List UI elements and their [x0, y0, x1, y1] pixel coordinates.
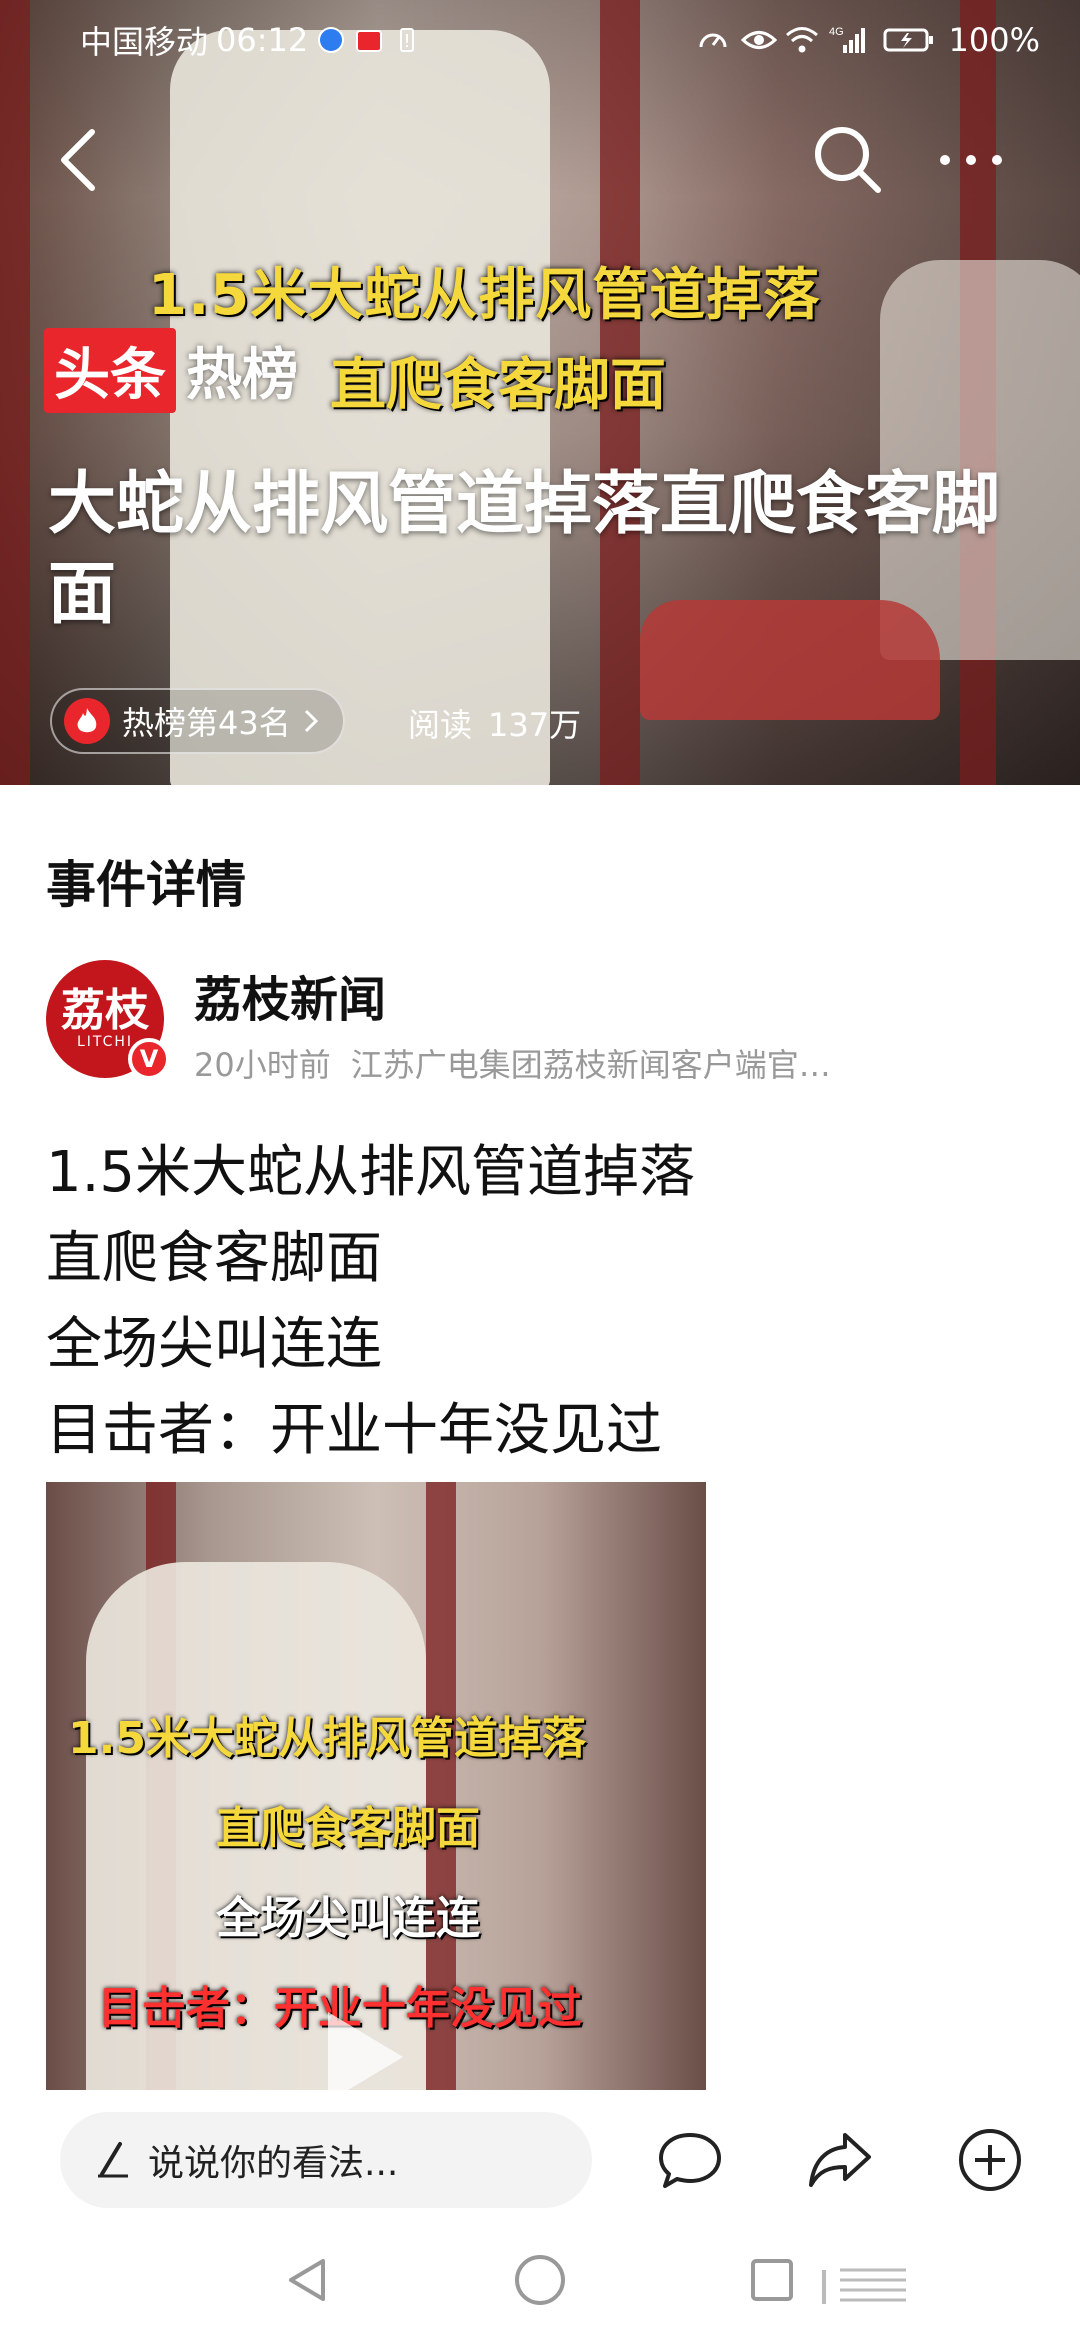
comment-input[interactable]: 说说你的看法...	[60, 2112, 592, 2208]
signal-icon: 4G	[829, 25, 869, 55]
avatar-text: 荔枝	[61, 985, 149, 1036]
clock: 06:12	[216, 21, 309, 59]
wifi-icon	[785, 25, 818, 55]
menu-lines-icon	[822, 2268, 906, 2304]
article-line: 全场尖叫连连	[46, 1312, 382, 1377]
video-caption: 1.5米大蛇从排风管道掉落	[68, 1713, 586, 1764]
author-meta: 20小时前 江苏广电集团荔枝新闻客户端官…	[194, 1040, 831, 1086]
verified-badge: V	[128, 1038, 170, 1080]
chevron-left-icon	[61, 129, 95, 191]
topic-title: 大蛇从排风管道掉落直爬食客脚面	[48, 465, 1001, 634]
nav-recents-button[interactable]	[742, 2250, 802, 2310]
hero-video-caption: 1.5米大蛇从排风管道掉落	[148, 263, 821, 328]
article-line: 直爬食客脚面	[46, 1226, 382, 1291]
nav-menu-button[interactable]	[820, 2255, 910, 2315]
more-dot-icon	[966, 155, 976, 165]
article-line: 1.5米大蛇从排风管道掉落	[46, 1140, 696, 1205]
share-arrow-icon	[809, 2133, 871, 2187]
battery-icon	[883, 25, 935, 55]
toutiao-hot-logo: 头条 热榜	[44, 328, 298, 413]
author-description: 江苏广电集团荔枝新闻客户端官…	[350, 1046, 831, 1084]
plus-circle-icon	[959, 2129, 1021, 2191]
logo-white-text: 热榜	[186, 343, 298, 408]
search-button[interactable]	[808, 120, 888, 200]
video-thumbnail[interactable]: 1.5米大蛇从排风管道掉落 直爬食客脚面 全场尖叫连连 目击者：开业十年没见过	[46, 1482, 706, 2092]
video-caption: 全场尖叫连连	[216, 1893, 480, 1944]
logo-red-text: 头条	[44, 328, 176, 413]
hero-header: 1.5米大蛇从排风管道掉落 头条 热榜 直爬食客脚面 中国移动 06:12 4G…	[0, 0, 1080, 785]
pen-icon	[98, 2142, 128, 2178]
play-icon[interactable]	[328, 2012, 403, 2092]
video-caption: 直爬食客脚面	[216, 1803, 480, 1854]
comment-placeholder: 说说你的看法...	[148, 2143, 399, 2184]
section-title: 事件详情	[46, 856, 246, 914]
hero-video-caption: 直爬食客脚面	[330, 353, 666, 418]
app-notification-icon	[316, 25, 346, 55]
read-value: 137万	[488, 706, 582, 744]
comment-button[interactable]	[650, 2120, 730, 2200]
app-notification-icon	[354, 25, 384, 55]
read-label: 阅读	[408, 706, 473, 744]
author-row[interactable]: 荔枝 LITCHI V 荔枝新闻 20小时前 江苏广电集团荔枝新闻客户端官…	[46, 960, 1046, 1084]
back-button[interactable]	[50, 120, 110, 200]
author-name[interactable]: 荔枝新闻	[194, 960, 386, 1030]
more-options-button[interactable]	[940, 145, 1030, 175]
speedometer-icon	[697, 25, 727, 55]
fire-icon	[64, 698, 110, 744]
battery-percent: 100%	[948, 21, 1040, 59]
hot-rank-label: 热榜第43名	[122, 704, 291, 742]
search-icon	[815, 127, 881, 193]
hot-rank-badge[interactable]: 热榜第43名	[50, 688, 345, 754]
more-dot-icon	[940, 155, 950, 165]
article-body: 1.5米大蛇从排风管道掉落 直爬食客脚面 全场尖叫连连 目击者：开业十年没见过	[46, 1130, 695, 1474]
background-pillar	[0, 0, 30, 785]
add-button[interactable]	[950, 2120, 1030, 2200]
nav-home-button[interactable]	[510, 2250, 570, 2310]
chevron-right-icon	[304, 709, 318, 733]
system-navigation-bar	[0, 2220, 1080, 2340]
avatar-subtext: LITCHI	[76, 1034, 134, 1050]
svg-text:4G: 4G	[829, 26, 844, 38]
triangle-back-icon	[289, 2259, 325, 2301]
carrier-label: 中国移动	[80, 23, 209, 61]
bottom-action-bar: 说说你的看法...	[0, 2090, 1080, 2220]
alert-icon	[392, 25, 422, 55]
more-dot-icon	[992, 155, 1002, 165]
square-recents-icon	[751, 2259, 793, 2301]
status-bar: 中国移动 06:12 4G 100%	[0, 0, 1080, 80]
eye-icon	[740, 25, 777, 55]
publish-time: 20小时前	[194, 1046, 331, 1084]
share-button[interactable]	[800, 2120, 880, 2200]
comment-bubble-icon	[659, 2133, 721, 2188]
article-line: 目击者：开业十年没见过	[46, 1398, 662, 1463]
read-count: 阅读 137万	[408, 700, 581, 746]
nav-back-button[interactable]	[278, 2250, 338, 2310]
circle-home-icon	[515, 2255, 565, 2305]
